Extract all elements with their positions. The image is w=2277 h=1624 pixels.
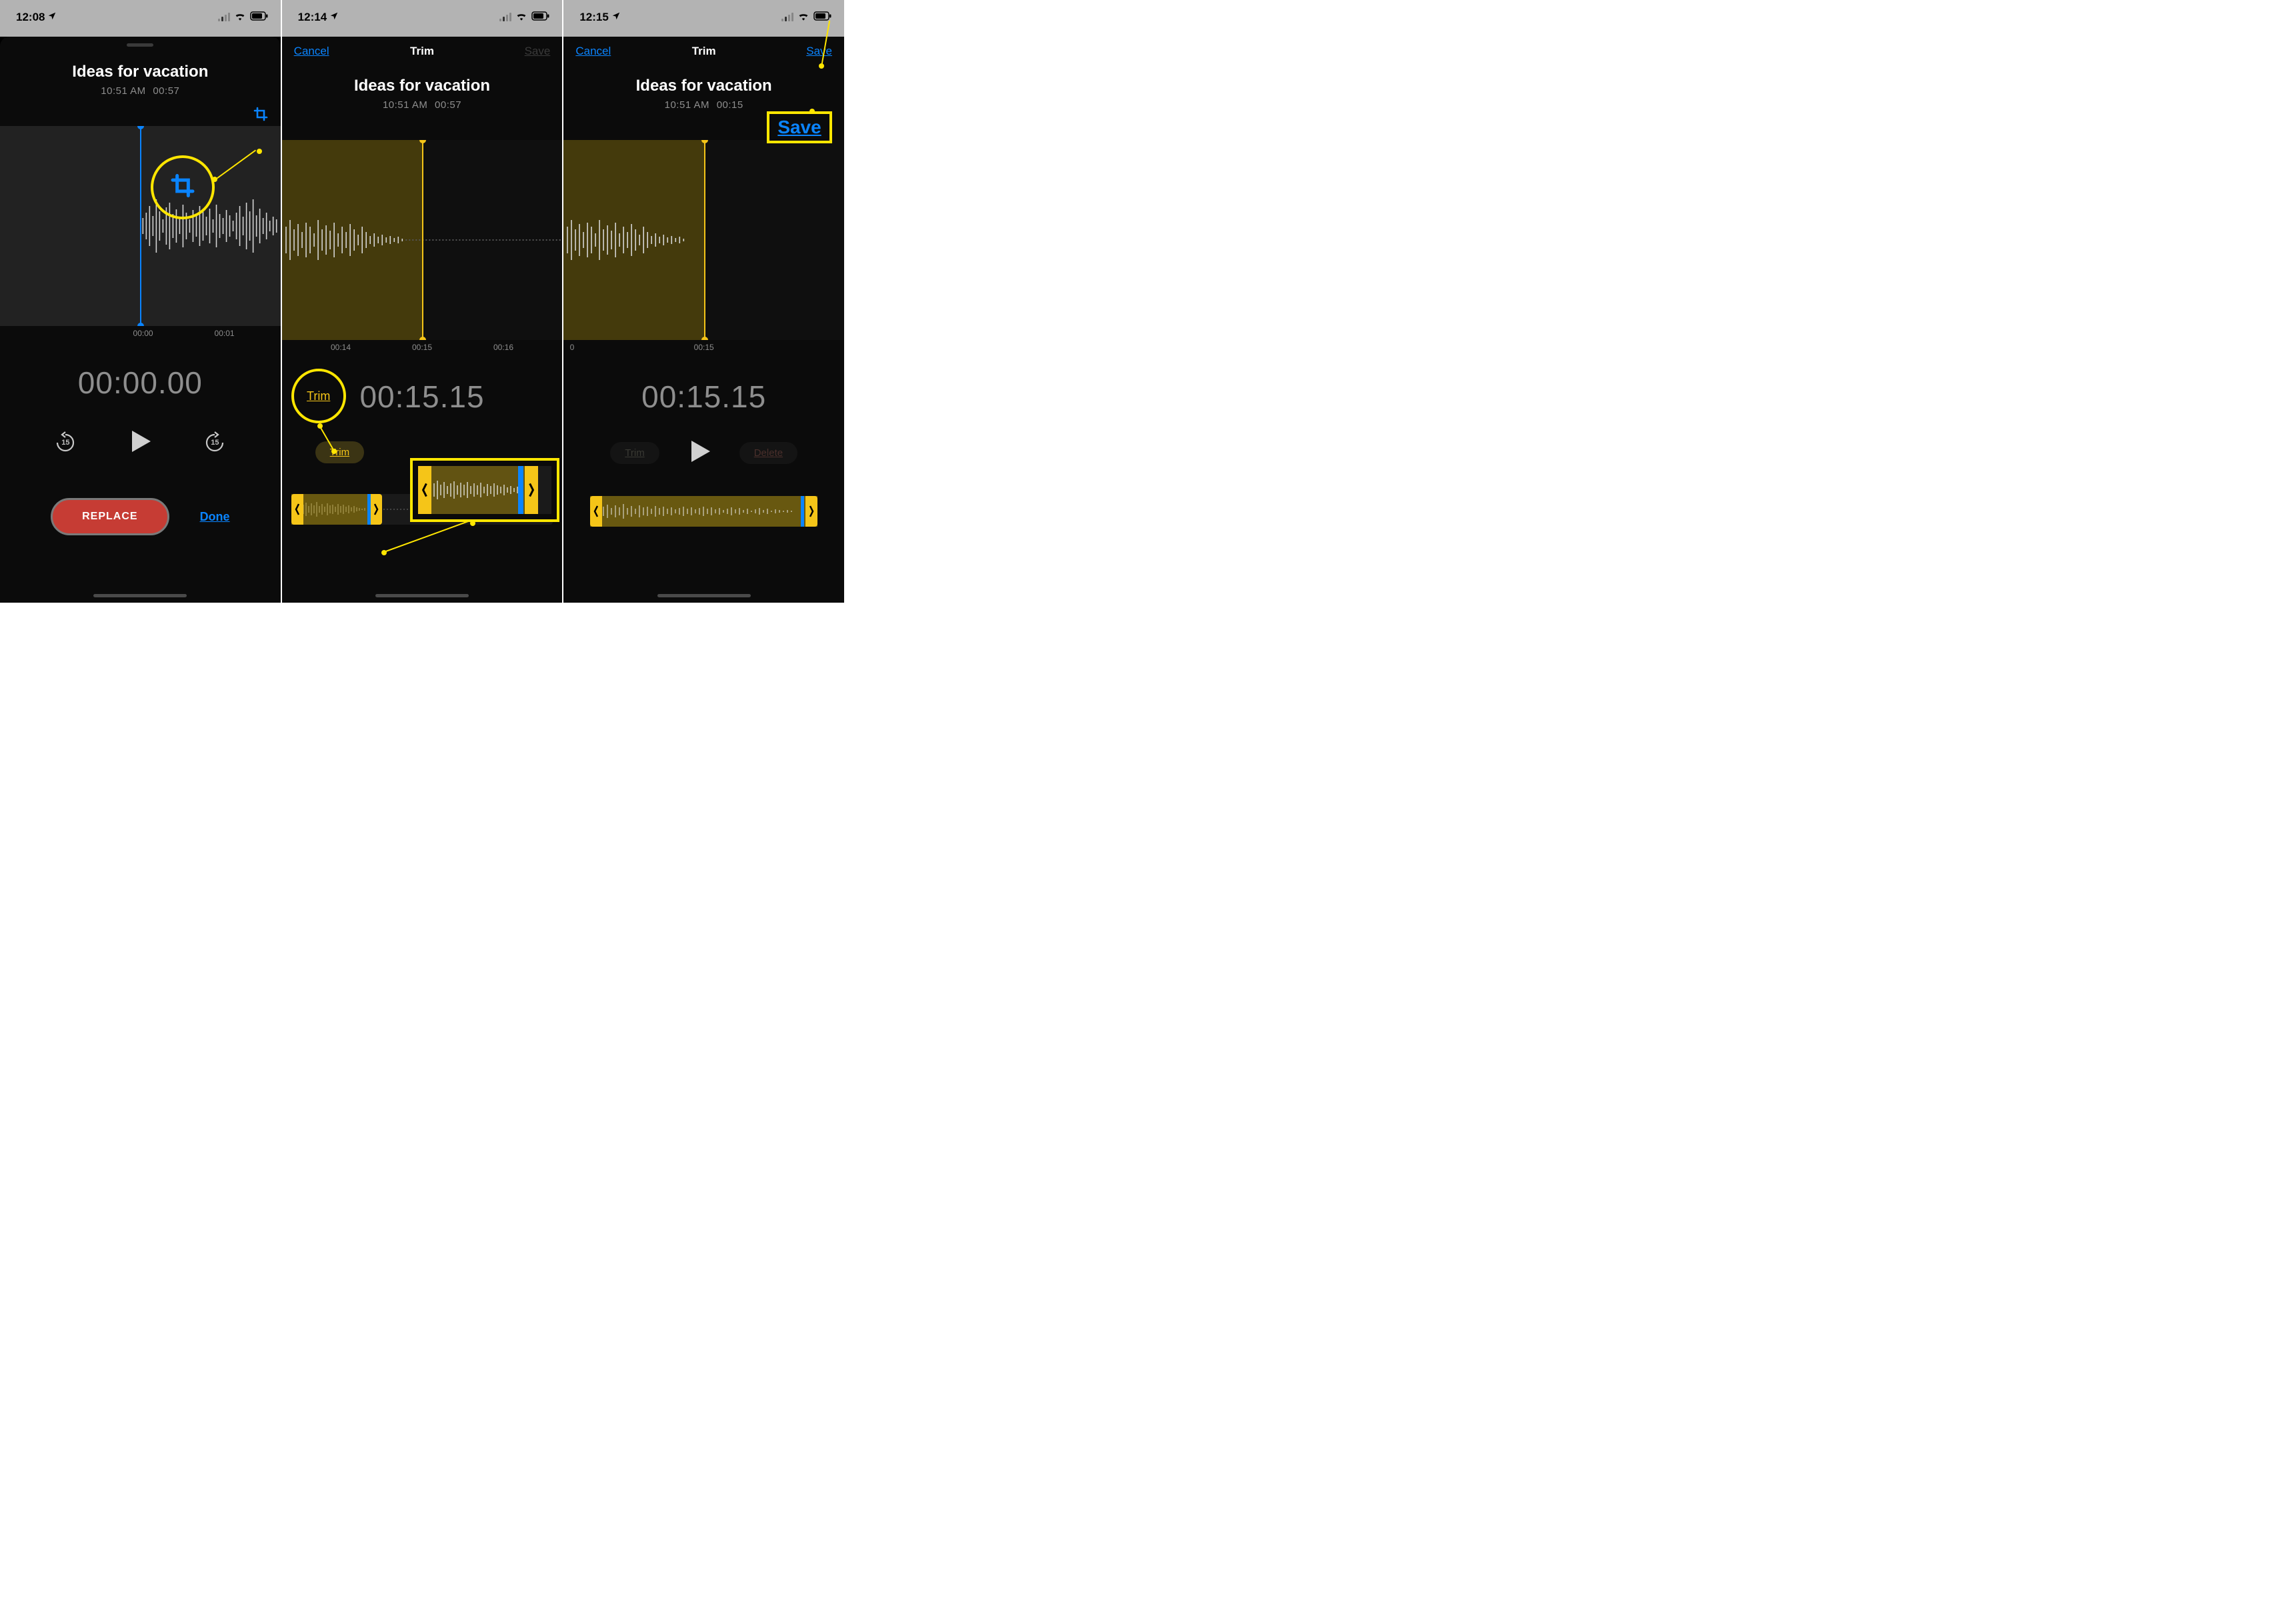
mini-trim-start-handle[interactable] bbox=[590, 496, 602, 527]
home-indicator[interactable] bbox=[375, 594, 469, 597]
timeline-ruler: 00:14 00:15 00:16 bbox=[282, 340, 563, 360]
trim-navbar: Cancel Trim Save bbox=[563, 37, 844, 66]
trim-icon[interactable] bbox=[253, 106, 269, 125]
waveform-area[interactable] bbox=[563, 140, 844, 340]
sheet-grabber[interactable] bbox=[127, 43, 153, 47]
status-right bbox=[218, 11, 269, 24]
timeline-ruler: 0 00:15 bbox=[563, 340, 844, 360]
mini-waveform[interactable] bbox=[590, 496, 817, 527]
recording-meta: 10:51 AM 00:57 bbox=[282, 99, 563, 111]
nav-title: Trim bbox=[692, 45, 716, 58]
current-time: 00:15.15 bbox=[563, 379, 844, 415]
trim-end-handle[interactable] bbox=[422, 140, 423, 340]
status-time: 12:15 bbox=[579, 11, 608, 24]
current-time: 00:00.00 bbox=[0, 365, 281, 401]
callout-dot bbox=[381, 550, 387, 555]
status-right bbox=[781, 11, 832, 24]
recording-meta: 10:51 AM 00:15 bbox=[563, 99, 844, 111]
mini-playhead[interactable] bbox=[367, 494, 371, 525]
skip-back-button[interactable]: 15 bbox=[52, 429, 79, 456]
playhead[interactable] bbox=[140, 126, 141, 326]
mini-trim-end-handle[interactable] bbox=[370, 494, 382, 525]
mini-trim-start-handle[interactable] bbox=[291, 494, 303, 525]
timeline-ruler: 00:00 00:01 bbox=[0, 326, 281, 346]
wifi-icon bbox=[234, 11, 246, 24]
playback-sheet: Ideas for vacation 10:51 AM 00:57 bbox=[0, 37, 281, 603]
status-time: 12:08 bbox=[16, 11, 45, 24]
replace-button[interactable]: REPLACE bbox=[51, 498, 169, 535]
play-button[interactable] bbox=[125, 427, 155, 459]
recording-title: Ideas for vacation bbox=[0, 63, 281, 81]
save-button[interactable]: Save bbox=[497, 45, 550, 58]
save-button[interactable]: Save bbox=[779, 45, 832, 58]
mini-trim-end-handle[interactable] bbox=[805, 496, 817, 527]
wifi-icon bbox=[797, 11, 809, 24]
callout-dot bbox=[317, 423, 323, 429]
mini-waveform[interactable] bbox=[291, 494, 553, 525]
location-icon bbox=[47, 11, 57, 24]
transport-controls: 15 15 bbox=[0, 419, 281, 466]
status-bar: 12:08 bbox=[0, 0, 281, 37]
location-icon bbox=[611, 11, 621, 24]
battery-icon bbox=[250, 11, 269, 24]
cancel-button[interactable]: Cancel bbox=[294, 45, 347, 58]
recording-title: Ideas for vacation bbox=[282, 77, 563, 95]
recording-title: Ideas for vacation bbox=[563, 77, 844, 95]
screen-2-trim: 12:14 Cancel Trim Save Ideas for vacatio… bbox=[282, 0, 564, 603]
waveform-area[interactable] bbox=[0, 126, 281, 326]
done-button[interactable]: Done bbox=[200, 510, 230, 524]
wifi-icon bbox=[515, 11, 527, 24]
mini-playhead[interactable] bbox=[801, 496, 804, 527]
status-bar: 12:15 bbox=[563, 0, 844, 37]
status-time: 12:14 bbox=[298, 11, 327, 24]
cellular-icon bbox=[499, 13, 511, 21]
home-indicator[interactable] bbox=[657, 594, 751, 597]
status-right bbox=[499, 11, 550, 24]
play-button[interactable] bbox=[685, 437, 714, 469]
home-indicator[interactable] bbox=[93, 594, 187, 597]
delete-button-disabled: Delete bbox=[739, 442, 797, 464]
cellular-icon bbox=[781, 13, 793, 21]
trim-button[interactable]: Trim bbox=[315, 441, 364, 463]
status-bar: 12:14 bbox=[282, 0, 563, 37]
waveform-area[interactable] bbox=[282, 140, 563, 340]
battery-icon bbox=[813, 11, 832, 24]
screen-1-playback: 12:08 Ideas for vacation 10 bbox=[0, 0, 282, 603]
battery-icon bbox=[531, 11, 550, 24]
current-time: 00:15.15 bbox=[282, 379, 563, 415]
location-icon bbox=[329, 11, 339, 24]
nav-title: Trim bbox=[410, 45, 434, 58]
skip-forward-button[interactable]: 15 bbox=[201, 429, 228, 456]
recording-meta: 10:51 AM 00:57 bbox=[0, 85, 281, 97]
trim-navbar: Cancel Trim Save bbox=[282, 37, 563, 66]
cellular-icon bbox=[218, 13, 230, 21]
trim-end-handle[interactable] bbox=[704, 140, 705, 340]
trim-button-disabled: Trim bbox=[610, 442, 659, 464]
screen-3-save: 12:15 Cancel Trim Save Ideas for vacatio… bbox=[563, 0, 845, 603]
cancel-button[interactable]: Cancel bbox=[575, 45, 629, 58]
